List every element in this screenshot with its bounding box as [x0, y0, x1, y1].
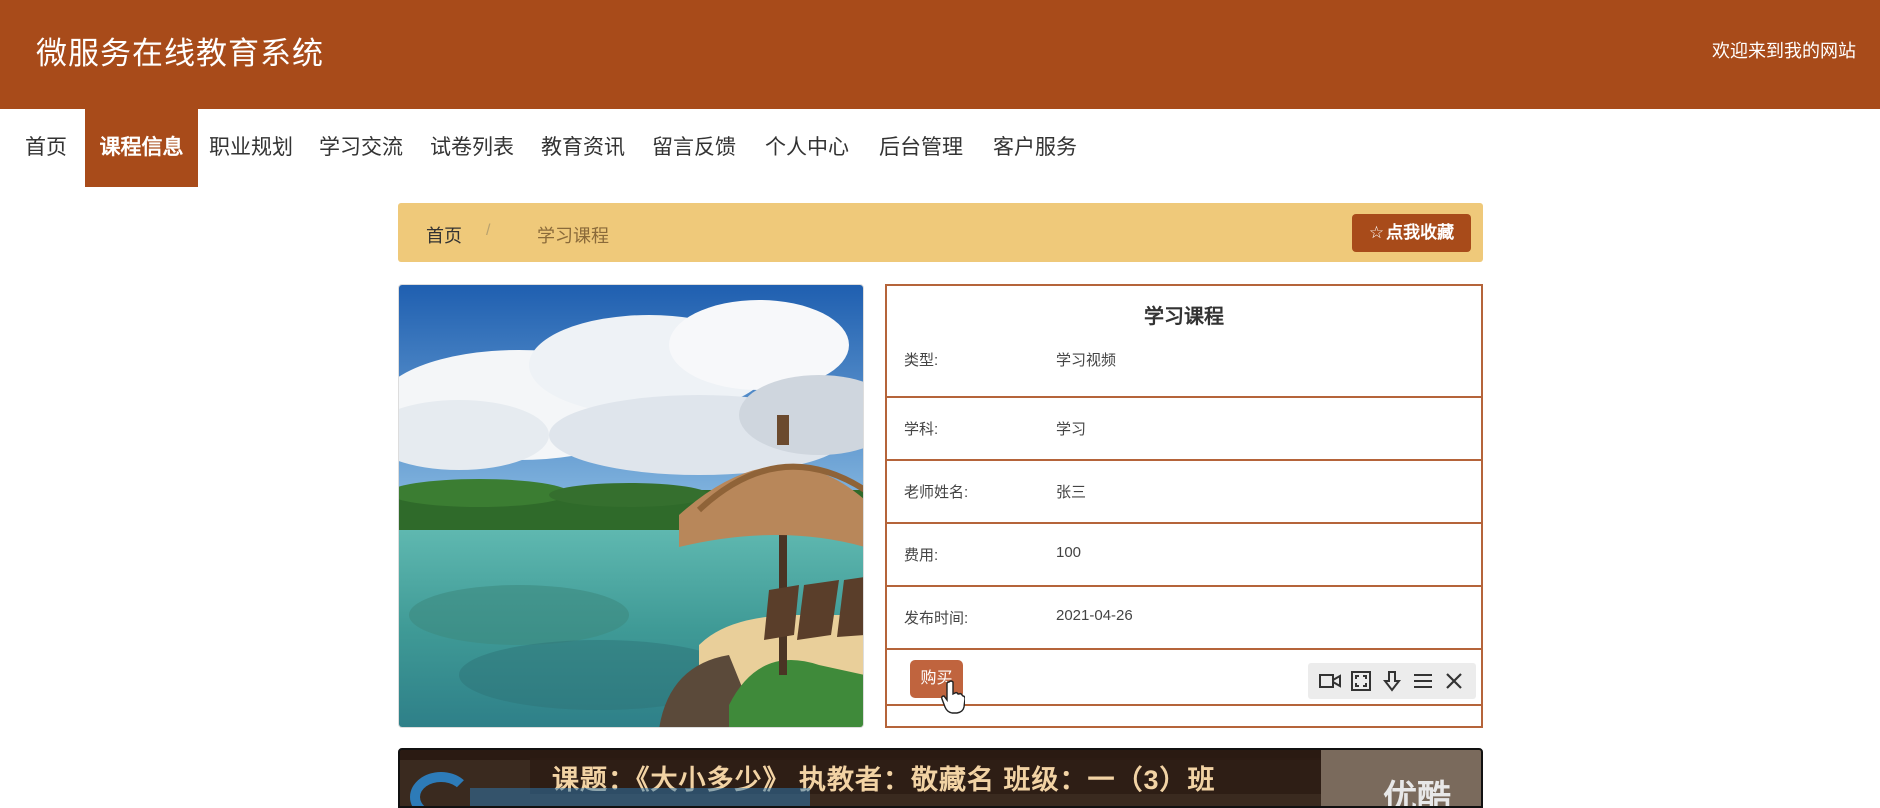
breadcrumb-separator: /: [486, 222, 491, 239]
info-row-fee: 费用: 100: [887, 522, 1481, 585]
info-row-teacher: 老师姓名: 张三: [887, 459, 1481, 522]
publish-time-value: 2021-04-26: [1056, 607, 1133, 624]
favorite-button-label: 点我收藏: [1386, 223, 1455, 242]
teacher-label: 老师姓名:: [904, 484, 969, 501]
publish-time-label: 发布时间:: [904, 610, 969, 627]
close-icon[interactable]: [1440, 667, 1468, 695]
video-logo-icon: [410, 772, 472, 806]
nav-item-home[interactable]: 首页: [25, 109, 67, 187]
fullscreen-icon[interactable]: [1347, 667, 1375, 695]
nav-item-admin[interactable]: 后台管理: [879, 109, 963, 187]
favorite-button[interactable]: ☆ 点我收藏: [1352, 214, 1471, 252]
video-toolbar: [1308, 663, 1476, 699]
video-watermark: 优酷: [1383, 779, 1451, 808]
info-row-type: 类型: 学习视频: [887, 336, 1481, 380]
video-subtitle-strip: [470, 788, 810, 806]
nav-item-customer-service[interactable]: 客户服务: [993, 109, 1077, 187]
nav-item-career-planning[interactable]: 职业规划: [209, 109, 293, 187]
action-row: 购买: [887, 648, 1481, 714]
nav-item-education-news[interactable]: 教育资讯: [541, 109, 625, 187]
info-row-publish-time: 发布时间: 2021-04-26: [887, 585, 1481, 648]
subject-label: 学科:: [904, 421, 939, 438]
breadcrumb-current: 学习课程: [537, 226, 609, 246]
teacher-value: 张三: [1056, 484, 1087, 501]
nav-item-course-info[interactable]: 课程信息: [85, 109, 198, 187]
nav-item-personal-center[interactable]: 个人中心: [765, 109, 849, 187]
main-nav: 首页 课程信息 职业规划 学习交流 试卷列表 教育资讯 留言反馈 个人中心 后台…: [0, 109, 1880, 187]
download-icon[interactable]: [1378, 667, 1406, 695]
type-value: 学习视频: [1056, 352, 1117, 369]
star-outline-icon: ☆: [1368, 223, 1385, 242]
nav-item-study-exchange[interactable]: 学习交流: [319, 109, 403, 187]
site-header: 微服务在线教育系统 欢迎来到我的网站: [0, 0, 1880, 109]
course-info-panel: 学习课程 类型: 学习视频 学科: 学习 老师姓名: 张三 费用: 100 发布…: [885, 284, 1483, 728]
course-video-player[interactable]: 课题：《大小多少》 执教者：敬藏名 班级：一（3）班 优酷: [398, 748, 1483, 808]
nav-item-exam-list[interactable]: 试卷列表: [430, 109, 514, 187]
site-title: 微服务在线教育系统: [36, 36, 324, 71]
fee-value: 100: [1056, 544, 1082, 561]
breadcrumb-home[interactable]: 首页: [426, 222, 462, 248]
hand-cursor-icon: [941, 680, 965, 714]
subject-value: 学习: [1056, 421, 1087, 438]
video-camera-icon[interactable]: [1316, 667, 1344, 695]
info-row-subject: 学科: 学习: [887, 396, 1481, 459]
fee-label: 费用:: [904, 547, 939, 564]
welcome-text: 欢迎来到我的网站: [1712, 41, 1856, 61]
type-label: 类型:: [904, 352, 939, 369]
nav-item-feedback[interactable]: 留言反馈: [652, 109, 736, 187]
breadcrumb: 首页 / 学习课程 ☆ 点我收藏: [398, 203, 1483, 262]
menu-icon[interactable]: [1409, 667, 1437, 695]
course-cover-image: [398, 284, 864, 728]
